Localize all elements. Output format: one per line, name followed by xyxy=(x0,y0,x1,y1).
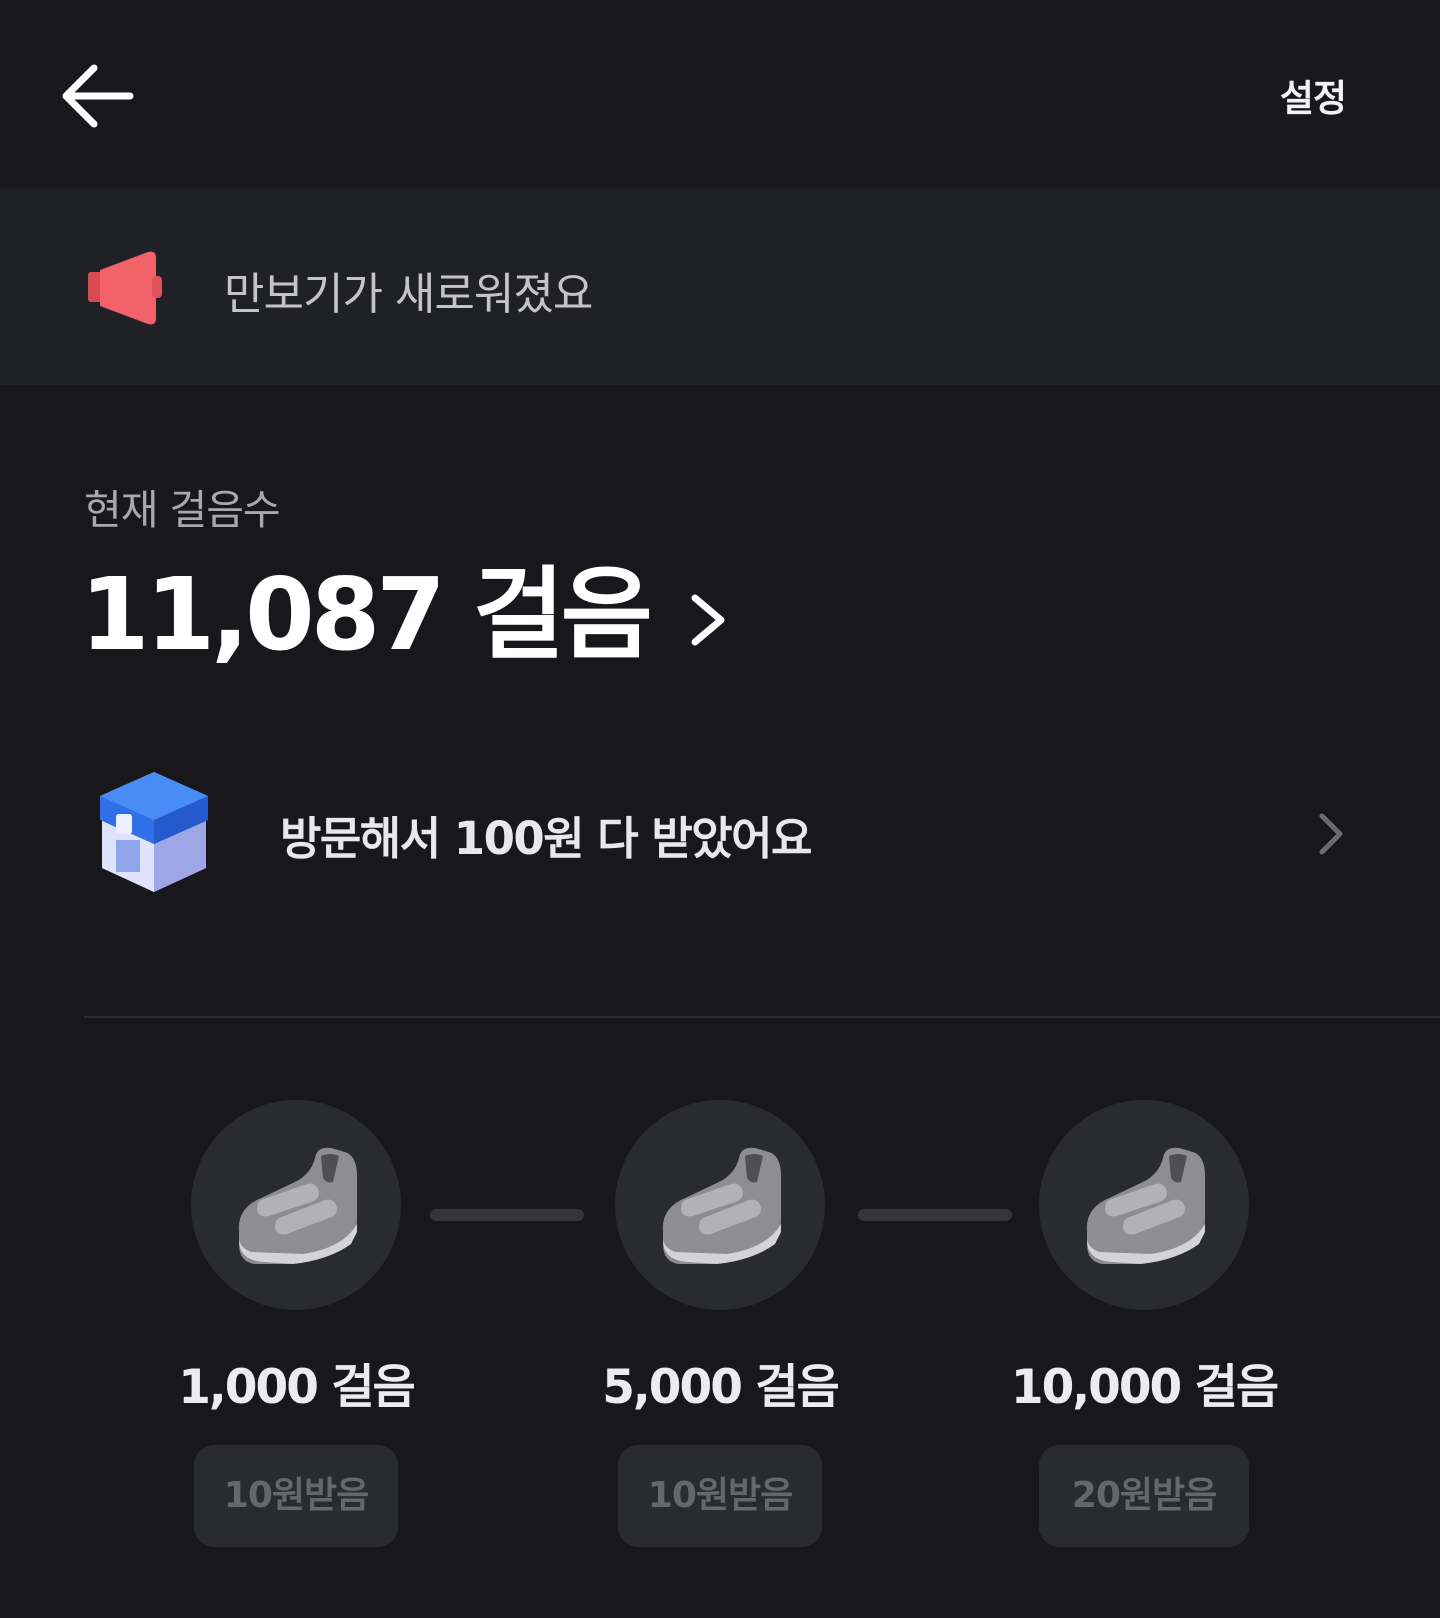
settings-button[interactable]: 설정 xyxy=(1280,68,1347,122)
reward-received-button[interactable]: 20원받음 xyxy=(1039,1445,1249,1547)
current-steps-link[interactable]: 11,087 걸음 xyxy=(80,560,733,670)
top-bar: 설정 xyxy=(0,0,1440,188)
milestone-1000: 1,000 걸음 10원받음 xyxy=(136,1100,456,1547)
milestone-badge xyxy=(191,1100,401,1310)
sneaker-icon xyxy=(238,1147,357,1264)
arrow-left-icon xyxy=(62,64,134,128)
milestone-label: 10,000 걸음 xyxy=(1010,1360,1279,1415)
milestone-label: 1,000 걸음 xyxy=(178,1360,416,1415)
chevron-right-icon xyxy=(1319,813,1343,855)
current-steps-count: 11,087 걸음 xyxy=(80,556,653,673)
visit-reward-text: 방문해서 100원 다 받았어요 xyxy=(280,812,812,865)
milestone-badge xyxy=(615,1100,825,1310)
milestone-label: 5,000 걸음 xyxy=(602,1360,840,1415)
back-button[interactable] xyxy=(58,58,138,134)
current-steps-label: 현재 걸음수 xyxy=(84,486,281,534)
notice-banner[interactable]: 만보기가 새로워졌요 xyxy=(0,188,1440,385)
sneaker-icon xyxy=(1086,1147,1205,1264)
visit-reward-row[interactable]: 방문해서 100원 다 받았어요 xyxy=(84,760,1366,900)
milestone-5000: 5,000 걸음 10원받음 xyxy=(560,1100,880,1547)
step-milestones: 1,000 걸음 10원받음 5,000 걸음 10원받음 10,000 걸음 … xyxy=(0,1100,1440,1560)
reward-received-button[interactable]: 10원받음 xyxy=(618,1445,822,1547)
notice-text: 만보기가 새로워졌요 xyxy=(224,269,593,320)
sneaker-icon xyxy=(662,1147,781,1264)
milestone-10000: 10,000 걸음 20원받음 xyxy=(984,1100,1304,1547)
chevron-right-icon xyxy=(691,594,725,646)
reward-received-button[interactable]: 10원받음 xyxy=(194,1445,398,1547)
store-box-icon xyxy=(100,772,208,892)
milestone-badge xyxy=(1039,1100,1249,1310)
megaphone-icon xyxy=(88,251,162,325)
section-divider xyxy=(84,1016,1440,1018)
